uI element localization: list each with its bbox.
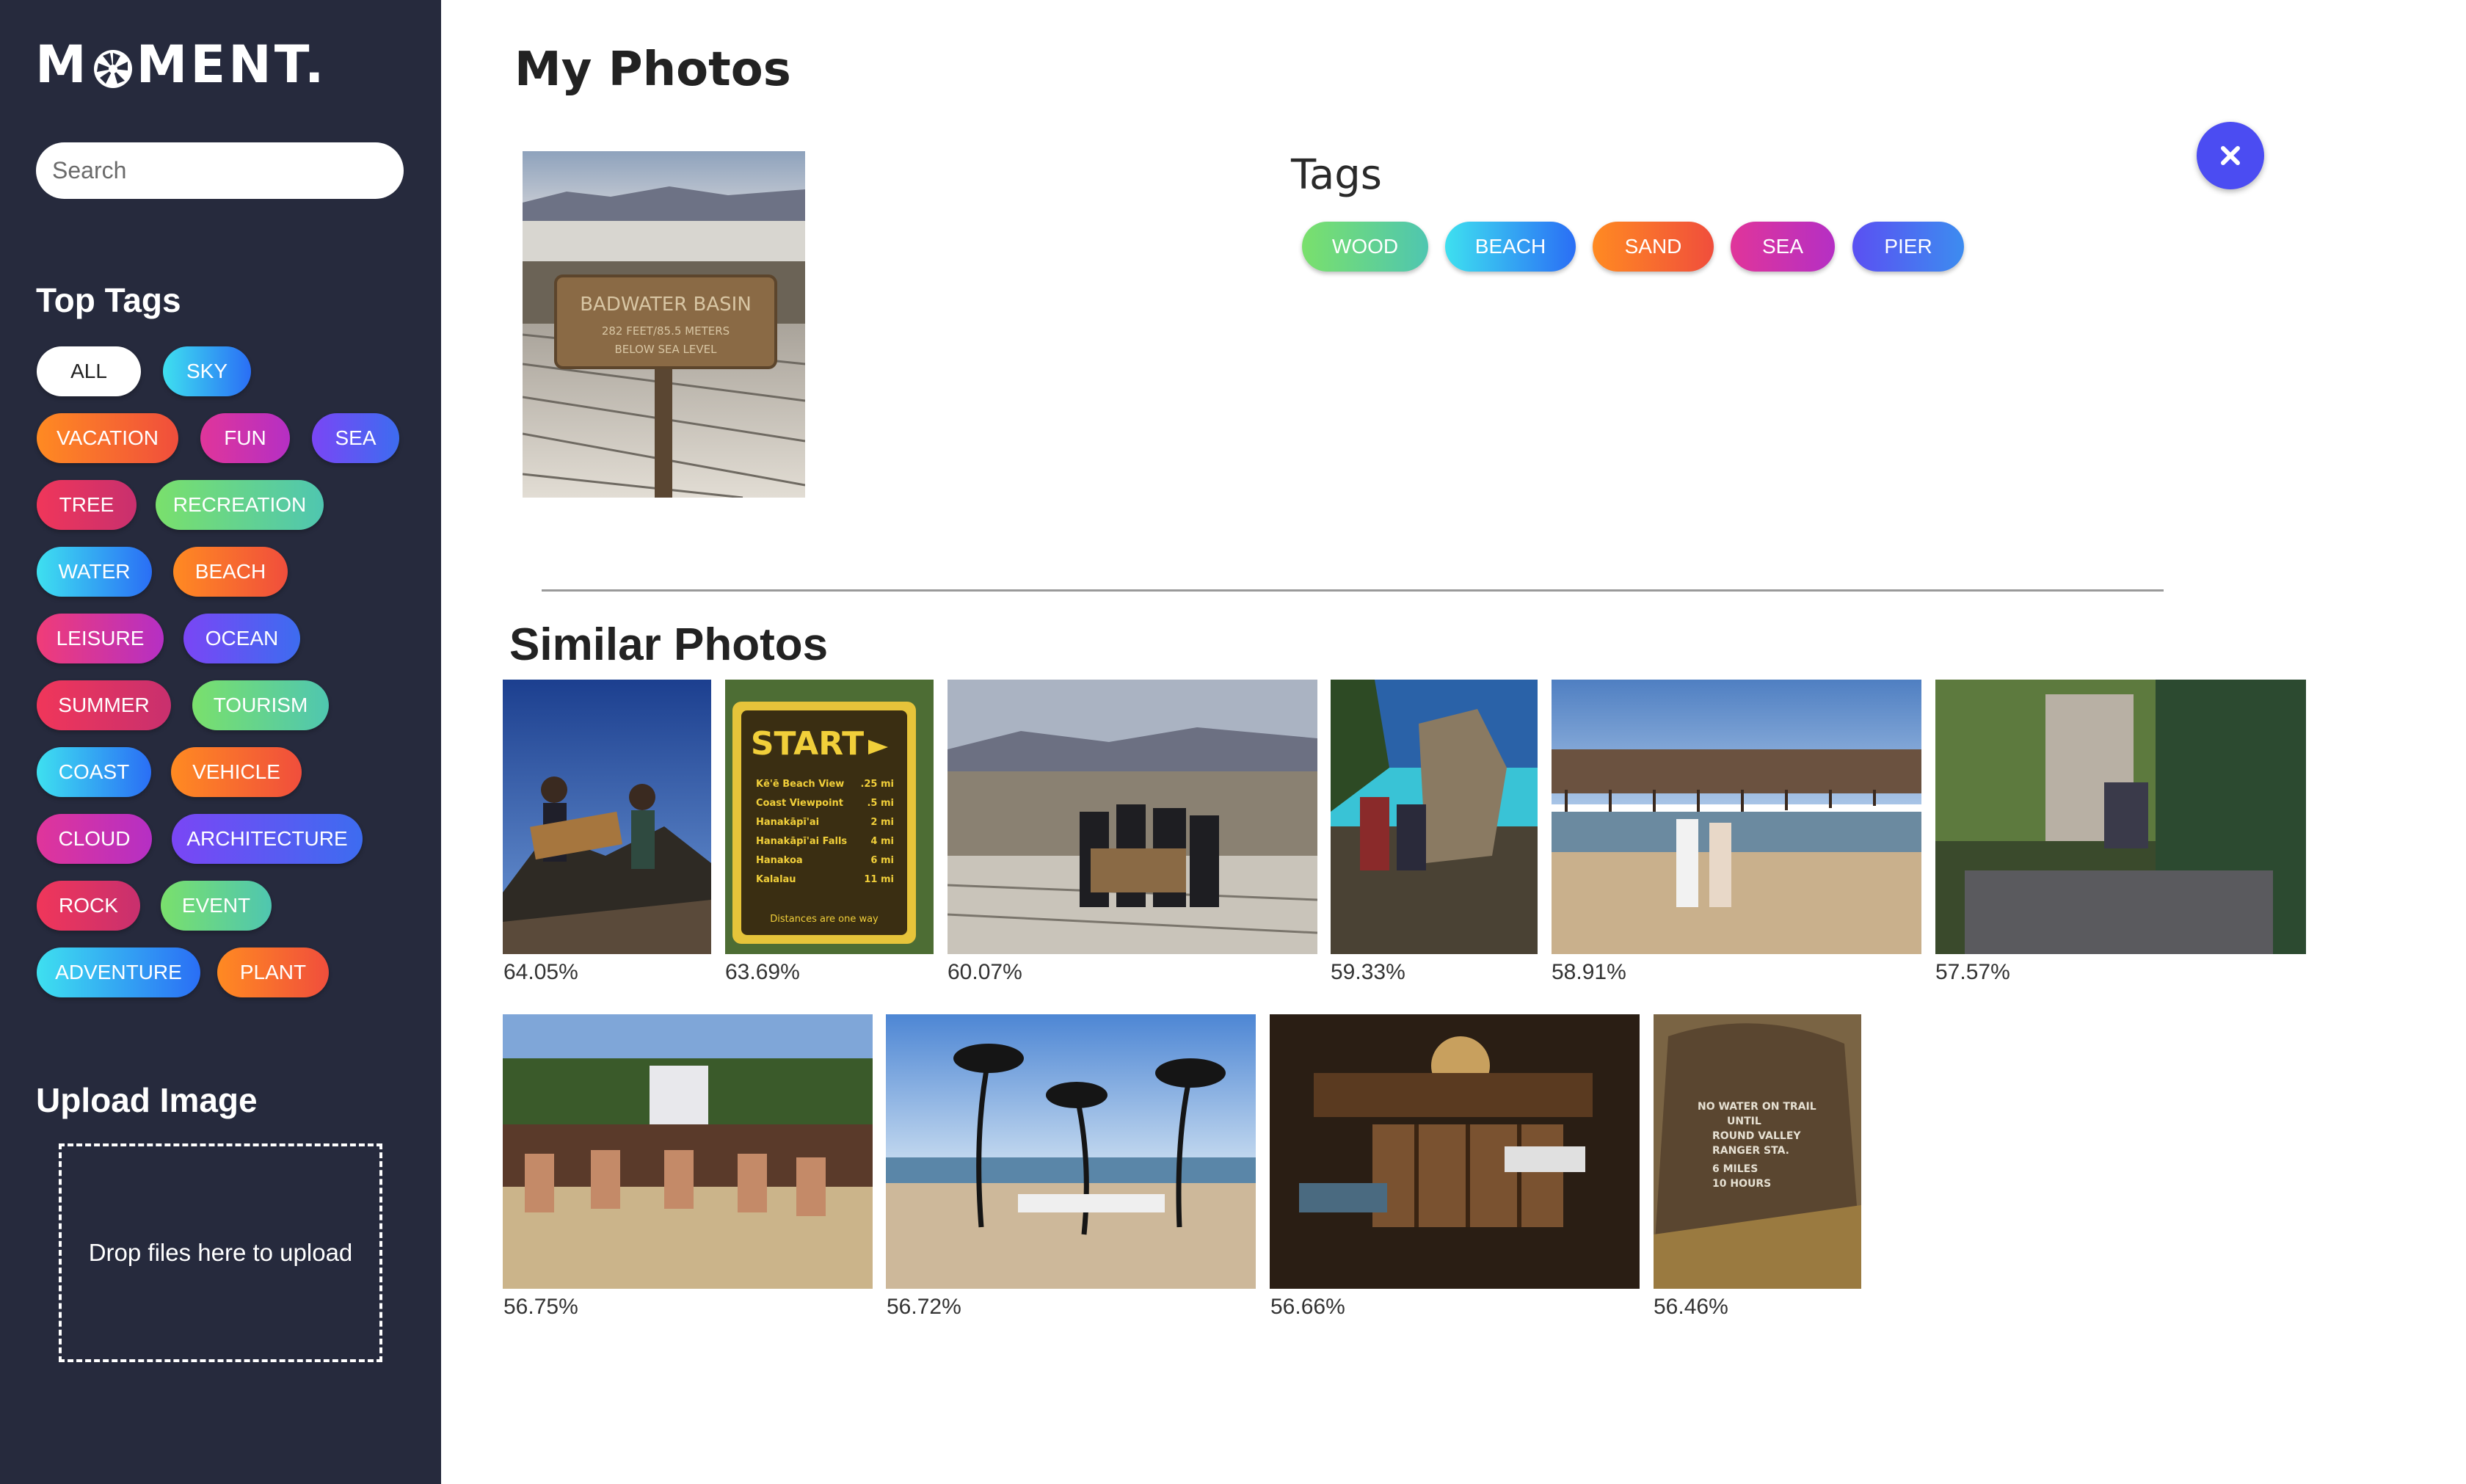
app-logo[interactable]: M MENT. [35, 37, 327, 92]
similar-photo-7[interactable] [503, 1014, 873, 1289]
similarity-score-1: 64.05% [503, 960, 578, 984]
similar-photo-3[interactable] [948, 680, 1317, 954]
rock-line-4: RANGER STA. [1712, 1145, 1789, 1157]
start-sign-dist-3: 2 mi [870, 817, 894, 828]
similar-photo-9[interactable] [1270, 1014, 1640, 1289]
tag-leisure[interactable]: LEISURE [37, 614, 164, 663]
photo-tag-sand[interactable]: SAND [1593, 222, 1714, 272]
start-sign-place-4: Hanakāpī'ai Falls [756, 836, 847, 847]
selected-photo[interactable]: BADWATER BASIN 282 FEET/85.5 METERS BELO… [523, 151, 805, 498]
rock-line-3: ROUND VALLEY [1712, 1130, 1801, 1142]
start-sign-dist-6: 11 mi [864, 874, 894, 885]
start-sign-place-5: Hanakoa [756, 855, 803, 866]
close-icon [2221, 146, 2240, 165]
tag-sea[interactable]: SEA [312, 413, 399, 463]
similarity-score-2: 63.69% [725, 960, 800, 984]
logo-text-right: MENT. [136, 34, 327, 95]
start-sign-place-3: Hanakāpī'ai [756, 817, 819, 828]
page-title: My Photos [514, 43, 791, 97]
tag-architecture[interactable]: ARCHITECTURE [172, 814, 363, 864]
start-sign-place-2: Coast Viewpoint [756, 798, 843, 809]
close-button[interactable] [2197, 122, 2264, 189]
top-tags-title: Top Tags [36, 281, 181, 319]
similar-photos-title: Similar Photos [509, 619, 829, 670]
sign-line-1: BADWATER BASIN [580, 294, 752, 316]
search-input[interactable] [36, 142, 404, 199]
section-divider [542, 589, 2164, 592]
start-sign-dist-2: .5 mi [867, 798, 894, 809]
tag-plant[interactable]: PLANT [217, 947, 329, 997]
photo-tag-pier[interactable]: PIER [1852, 222, 1964, 272]
tag-fun[interactable]: FUN [200, 413, 290, 463]
tag-vacation[interactable]: VACATION [37, 413, 178, 463]
similar-photo-6[interactable] [1935, 680, 2306, 954]
start-sign-dist-4: 4 mi [870, 836, 894, 847]
start-sign-place-1: Kē'ē Beach View [756, 779, 844, 790]
tag-sky[interactable]: SKY [163, 346, 251, 396]
tag-tourism[interactable]: TOURISM [192, 680, 329, 730]
sign-line-2: 282 FEET/85.5 METERS [602, 324, 730, 338]
similarity-score-7: 56.75% [503, 1295, 578, 1319]
start-sign-footer: Distances are one way [770, 914, 879, 925]
upload-dropzone[interactable]: Drop files here to upload [59, 1143, 382, 1362]
photo-tag-sea[interactable]: SEA [1731, 222, 1835, 272]
tag-ocean[interactable]: OCEAN [183, 614, 300, 663]
start-sign-dist-5: 6 mi [870, 855, 894, 866]
start-sign-place-6: Kalalau [756, 874, 796, 885]
tag-vehicle[interactable]: VEHICLE [171, 747, 302, 797]
rock-line-5: 6 MILES [1712, 1163, 1758, 1175]
tag-adventure[interactable]: ADVENTURE [37, 947, 200, 997]
similarity-score-5: 58.91% [1552, 960, 1626, 984]
tag-water[interactable]: WATER [37, 547, 152, 597]
sidebar: M MENT. Top Tags ALL SKY VACATION FUN SE… [0, 0, 441, 1484]
photo-tags-title: Tags [1291, 151, 1382, 199]
tag-rock[interactable]: ROCK [37, 881, 140, 931]
photo-tag-beach[interactable]: BEACH [1445, 222, 1576, 272]
similarity-score-4: 59.33% [1331, 960, 1405, 984]
tag-coast[interactable]: COAST [37, 747, 151, 797]
similar-photo-4[interactable] [1331, 680, 1538, 954]
similar-photo-5[interactable] [1552, 680, 1921, 954]
photo-tag-wood[interactable]: WOOD [1302, 222, 1428, 272]
similarity-score-9: 56.66% [1270, 1295, 1345, 1319]
dropzone-text: Drop files here to upload [88, 1239, 353, 1266]
tag-all[interactable]: ALL [37, 346, 141, 396]
similar-photo-8[interactable] [886, 1014, 1256, 1289]
tag-tree[interactable]: TREE [37, 480, 137, 530]
sign-line-3: BELOW SEA LEVEL [615, 343, 718, 356]
rock-line-2: UNTIL [1727, 1116, 1761, 1127]
upload-image-title: Upload Image [36, 1081, 258, 1119]
start-sign-dist-1: .25 mi [860, 779, 894, 790]
similar-photo-10[interactable]: NO WATER ON TRAIL UNTIL ROUND VALLEY RAN… [1654, 1014, 1861, 1289]
rock-line-1: NO WATER ON TRAIL [1698, 1101, 1816, 1113]
similarity-score-6: 57.57% [1935, 960, 2010, 984]
aperture-icon [92, 44, 134, 88]
start-sign-title: START [751, 725, 864, 763]
similarity-score-10: 56.46% [1654, 1295, 1728, 1319]
tag-summer[interactable]: SUMMER [37, 680, 171, 730]
logo-text-left: M [35, 34, 90, 95]
tag-event[interactable]: EVENT [161, 881, 272, 931]
similar-photo-2[interactable]: START Kē'ē Beach View .25 mi Coast Viewp… [725, 680, 934, 954]
similarity-score-3: 60.07% [948, 960, 1022, 984]
tag-cloud[interactable]: CLOUD [37, 814, 152, 864]
similar-photo-1[interactable] [503, 680, 711, 954]
tag-beach[interactable]: BEACH [173, 547, 288, 597]
rock-line-6: 10 HOURS [1712, 1178, 1771, 1190]
tag-recreation[interactable]: RECREATION [156, 480, 324, 530]
similarity-score-8: 56.72% [887, 1295, 961, 1319]
